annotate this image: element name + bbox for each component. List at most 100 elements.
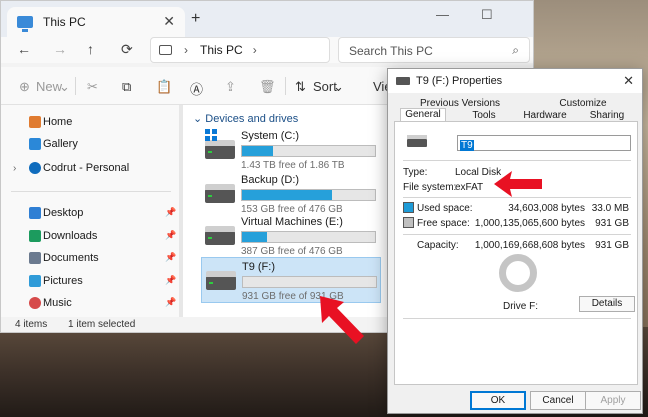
tab-this-pc[interactable]: This PC ✕ [7,7,185,37]
arrow-shape [320,296,364,344]
free-space-swatch [403,217,414,228]
tab-title: This PC [43,15,86,29]
sidebar-item-label: Codrut - Personal [43,162,130,174]
minimize-button[interactable]: — [436,7,449,22]
toolbar-divider [285,77,286,95]
sort-icon[interactable]: ⇅ [295,79,306,95]
disk-usage-donut [499,254,537,292]
dialog-title: T9 (F:) Properties [416,75,503,87]
sidebar-item-gallery[interactable]: Gallery [29,135,78,153]
home-icon [29,116,41,128]
chevron-right-icon[interactable]: › [13,163,16,174]
drive-usage-bar [242,276,377,288]
drive-usage-fill [242,232,268,242]
properties-dialog: T9 (F:) Properties ✕ Previous Versions C… [387,68,643,414]
tab-customize[interactable]: Customize [548,98,618,109]
chevron-right-icon[interactable]: › [253,43,257,57]
share-icon[interactable]: ⇪ [225,79,236,95]
ok-button[interactable]: OK [470,391,526,410]
new-icon[interactable]: ⊕ [19,79,30,95]
tab-sharing[interactable]: Sharing [584,110,630,121]
search-box[interactable]: Search This PC ⌕ [338,37,530,63]
used-space-size: 33.0 MB [591,203,629,214]
drive-name: T9 (F:) [242,261,275,273]
drive-item-c[interactable]: System (C:) 1.43 TB free of 1.86 TB [201,127,381,173]
windows-logo-icon [205,129,217,141]
sidebar-item-pictures[interactable]: Pictures [29,272,83,290]
pin-icon: 📌 [165,207,177,217]
sidebar-item-onedrive[interactable]: Codrut - Personal [29,159,129,177]
drive-name: Backup (D:) [241,174,300,186]
sidebar-item-documents[interactable]: Documents [29,249,99,267]
chevron-down-icon[interactable]: ⌄ [59,79,70,95]
tab-general[interactable]: General [400,108,446,122]
pictures-icon [29,275,41,287]
chevron-right-icon: › [184,43,188,57]
sidebar-divider [11,191,171,192]
address-bar[interactable]: › This PC › [150,37,330,63]
close-dialog-button[interactable]: ✕ [623,73,634,89]
sidebar-item-desktop[interactable]: Desktop [29,204,83,222]
copy-icon[interactable]: ⧉ [122,79,131,95]
file-system-value: exFAT [455,182,484,193]
drive-icon [205,184,235,203]
cloud-icon [29,162,41,174]
title-bar: This PC ✕ + — ☐ [1,1,533,37]
close-tab-icon[interactable]: ✕ [163,13,175,30]
documents-icon [29,252,41,264]
delete-icon[interactable]: 🗑 [259,79,276,95]
details-button[interactable]: Details [579,296,635,312]
file-system-label: File system: [403,182,457,193]
drive-usage-bar [241,145,376,157]
address-segment-this-pc[interactable]: This PC [200,43,243,57]
search-placeholder: Search This PC [349,44,433,58]
pin-icon: 📌 [165,252,177,262]
type-label: Type: [403,167,428,178]
drive-icon [407,135,427,147]
drive-usage-fill [242,190,333,200]
free-space-label: Free space: [417,218,470,229]
refresh-button[interactable]: ⟳ [121,41,133,58]
drive-free-space: 387 GB free of 476 GB [241,246,343,257]
drive-usage-bar [241,189,376,201]
toolbar-divider [75,77,76,95]
cut-icon[interactable]: ✂ [87,79,98,95]
sidebar-item-downloads[interactable]: Downloads [29,227,97,245]
tab-tools[interactable]: Tools [464,110,504,121]
annotation-arrow-filesystem [494,171,542,197]
status-selected-count: 1 item selected [68,319,136,330]
downloads-icon [29,230,41,242]
back-button[interactable]: ← [17,41,31,57]
drive-item-e[interactable]: Virtual Machines (E:) 387 GB free of 476… [201,213,381,259]
forward-button[interactable]: → [53,41,67,57]
drive-usage-bar [241,231,376,243]
group-header-label: Devices and drives [205,113,299,125]
new-tab-button[interactable]: + [191,10,200,28]
search-icon: ⌕ [512,43,519,57]
drive-item-d[interactable]: Backup (D:) 153 GB free of 476 GB [201,171,381,217]
tab-hardware[interactable]: Hardware [518,110,572,121]
up-button[interactable]: ↑ [87,41,94,57]
maximize-button[interactable]: ☐ [481,7,493,23]
general-tab-panel: T9 Type: Local Disk File system: exFAT U… [394,121,638,385]
apply-button[interactable]: Apply [585,391,641,410]
sidebar-item-label: Desktop [43,207,84,219]
cancel-button[interactable]: Cancel [530,391,586,410]
rename-icon[interactable]: Ⓐ [190,79,203,98]
gallery-icon [29,138,41,150]
chevron-down-icon: ⌄ [193,113,203,125]
used-space-bytes: 34,603,008 bytes [508,203,585,214]
drive-icon [205,226,235,245]
paste-icon[interactable]: 📋 [156,79,172,95]
sidebar-item-label: Downloads [43,230,98,242]
navigation-pane: Home Gallery › Codrut - Personal Desktop… [1,105,179,317]
used-space-label: Used space: [417,203,473,214]
volume-name-input[interactable]: T9 [457,135,631,151]
group-header-devices[interactable]: ⌄ Devices and drives [193,112,298,125]
chevron-down-icon[interactable]: ⌄ [333,79,344,95]
sidebar-item-music[interactable]: Music [29,294,72,312]
capacity-bytes: 1,000,169,668,608 bytes [474,240,585,251]
drive-free-space: 1.43 TB free of 1.86 TB [241,160,345,171]
sidebar-item-home[interactable]: Home [29,113,72,131]
capacity-size: 931 GB [595,240,629,251]
